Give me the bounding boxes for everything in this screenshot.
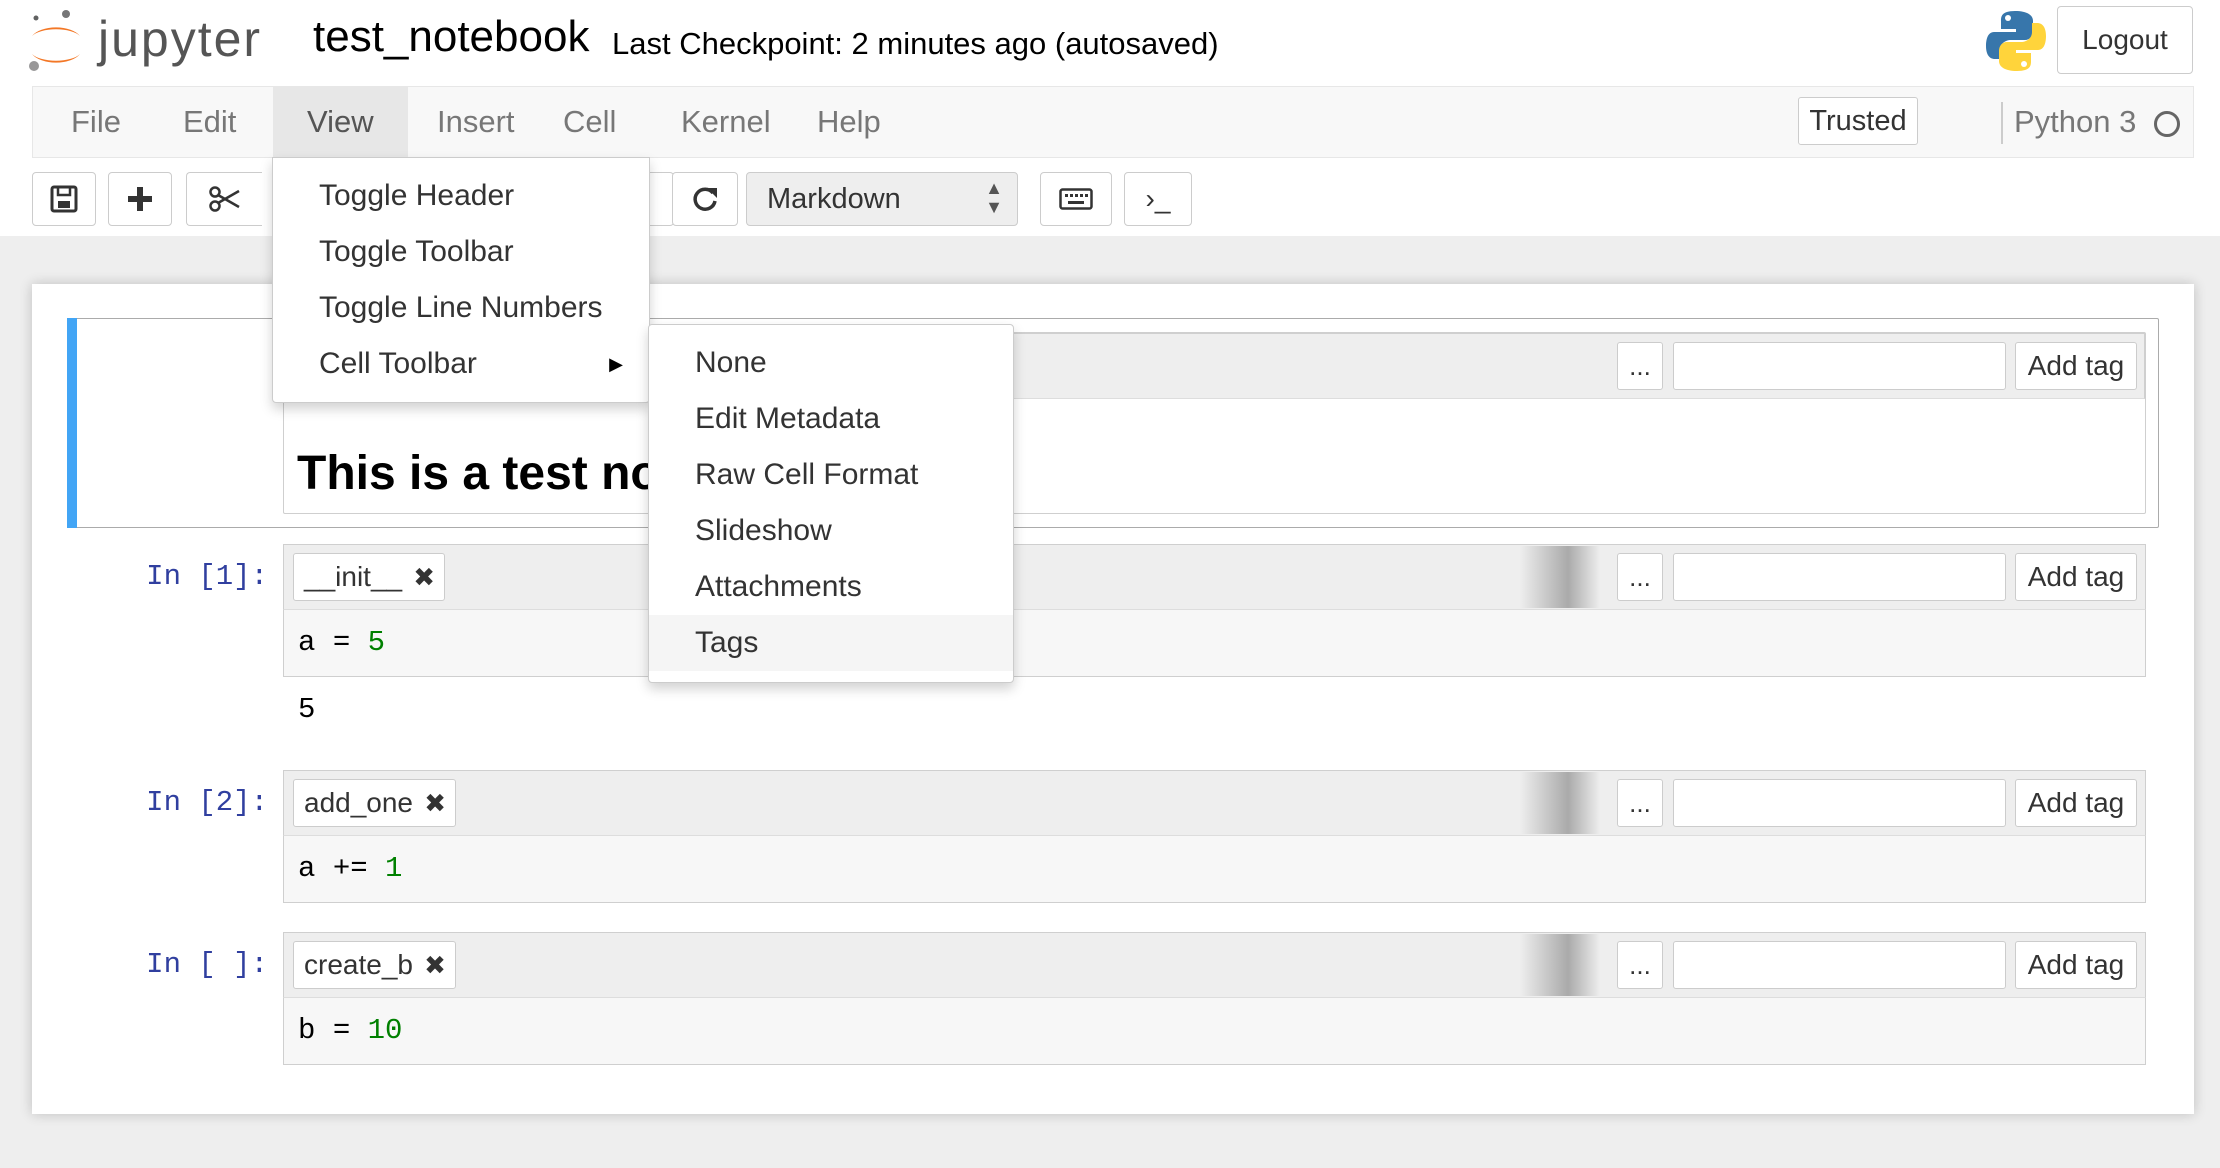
cell-tag[interactable]: __init__ ✖ (293, 553, 446, 601)
menu-item-label: Cell Toolbar (319, 347, 477, 380)
cell-output: 5 (298, 693, 316, 726)
save-icon (50, 185, 78, 213)
kernel-idle-icon (2154, 111, 2180, 137)
tag-more-button[interactable]: ... (1617, 553, 1663, 601)
submenu-caret-icon: ▶ (609, 354, 623, 374)
code-input[interactable] (283, 610, 2146, 677)
menu-file[interactable]: File (37, 87, 155, 157)
cell-prompt: In [1]: (146, 560, 268, 593)
code-line: a += 1 (298, 852, 403, 885)
code-input[interactable] (283, 998, 2146, 1065)
tag-input[interactable] (1673, 553, 2006, 601)
tag-more-button[interactable]: ... (1617, 941, 1663, 989)
submenu-item-edit-metadata[interactable]: Edit Metadata (649, 391, 1013, 447)
menu-kernel[interactable]: Kernel (647, 87, 805, 157)
select-arrows-icon: ▲ ▼ (985, 178, 1003, 217)
menu-item-toggle-toolbar[interactable]: Toggle Toolbar (273, 224, 649, 280)
add-tag-button[interactable]: Add tag (2015, 553, 2137, 601)
code-input[interactable] (283, 836, 2146, 903)
cell-tag-label: create_b (304, 949, 413, 980)
toolbar-fade (1520, 546, 1600, 608)
cell-tag-label: __init__ (304, 561, 403, 592)
menu-view[interactable]: View (273, 87, 408, 157)
checkpoint-status: Last Checkpoint: 2 minutes ago (autosave… (612, 26, 1219, 61)
cell-toolbar-submenu: None Edit Metadata Raw Cell Format Slide… (648, 324, 1014, 683)
plus-icon (128, 187, 152, 211)
toolbar-fade (1520, 934, 1600, 996)
save-button[interactable] (32, 172, 96, 226)
cell-tag[interactable]: add_one ✖ (293, 779, 457, 827)
menu-edit[interactable]: Edit (149, 87, 270, 157)
cut-button[interactable] (186, 172, 262, 226)
submenu-item-raw-cell-format[interactable]: Raw Cell Format (649, 447, 1013, 503)
submenu-item-slideshow[interactable]: Slideshow (649, 503, 1013, 559)
tag-more-button[interactable]: ... (1617, 779, 1663, 827)
kernel-name[interactable]: Python 3 (2014, 104, 2136, 140)
trusted-indicator[interactable]: Trusted (1798, 97, 1918, 145)
insert-cell-button[interactable] (108, 172, 172, 226)
menu-cell[interactable]: Cell (529, 87, 650, 157)
tag-input[interactable] (1673, 779, 2006, 827)
add-tag-button[interactable]: Add tag (2015, 779, 2137, 827)
keyboard-icon (1059, 188, 1093, 210)
submenu-item-tags[interactable]: Tags (649, 615, 1013, 671)
command-palette-button[interactable] (1040, 172, 1112, 226)
cell-type-value: Markdown (767, 183, 901, 215)
python-logo-icon (1983, 8, 2049, 74)
restart-kernel-button[interactable] (672, 172, 738, 226)
menu-item-cell-toolbar[interactable]: Cell Toolbar ▶ (273, 336, 649, 392)
notebook-name[interactable]: test_notebook (313, 12, 589, 62)
tag-input[interactable] (1673, 941, 2006, 989)
toolbar-fade (1520, 772, 1600, 834)
tag-more-button[interactable]: ... (1617, 342, 1663, 390)
code-line: a = 5 (298, 626, 386, 659)
remove-tag-icon[interactable]: ✖ (424, 942, 446, 988)
terminal-button[interactable]: ›_ (1124, 172, 1192, 226)
kernel-divider (2001, 102, 2003, 144)
cell-prompt: In [ ]: (146, 948, 268, 981)
selected-cell-indicator (67, 318, 77, 528)
tag-input[interactable] (1673, 342, 2006, 390)
add-tag-button[interactable]: Add tag (2015, 941, 2137, 989)
cell-tag-label: add_one (304, 787, 414, 818)
menu-item-toggle-header[interactable]: Toggle Header (273, 168, 649, 224)
cell-tag[interactable]: create_b ✖ (293, 941, 456, 989)
submenu-item-none[interactable]: None (649, 335, 1013, 391)
remove-tag-icon[interactable]: ✖ (413, 554, 435, 600)
cell-prompt: In [2]: (146, 786, 268, 819)
logout-button[interactable]: Logout (2057, 6, 2193, 74)
scissors-icon (208, 186, 240, 212)
jupyter-logo[interactable]: jupyter (28, 8, 278, 78)
remove-tag-icon[interactable]: ✖ (424, 780, 446, 826)
cell-type-select[interactable]: Markdown ▲ ▼ (746, 172, 1018, 226)
menu-item-toggle-line-numbers[interactable]: Toggle Line Numbers (273, 280, 649, 336)
submenu-item-attachments[interactable]: Attachments (649, 559, 1013, 615)
terminal-icon: ›_ (1145, 183, 1171, 214)
restart-icon (693, 187, 717, 211)
code-line: b = 10 (298, 1014, 403, 1047)
jupyter-logo-icon (29, 10, 80, 71)
menu-help[interactable]: Help (783, 87, 915, 157)
view-menu-dropdown: Toggle Header Toggle Toolbar Toggle Line… (272, 157, 650, 403)
logo-wordmark: jupyter (98, 11, 263, 67)
add-tag-button[interactable]: Add tag (2015, 342, 2137, 390)
menu-insert[interactable]: Insert (403, 87, 549, 157)
